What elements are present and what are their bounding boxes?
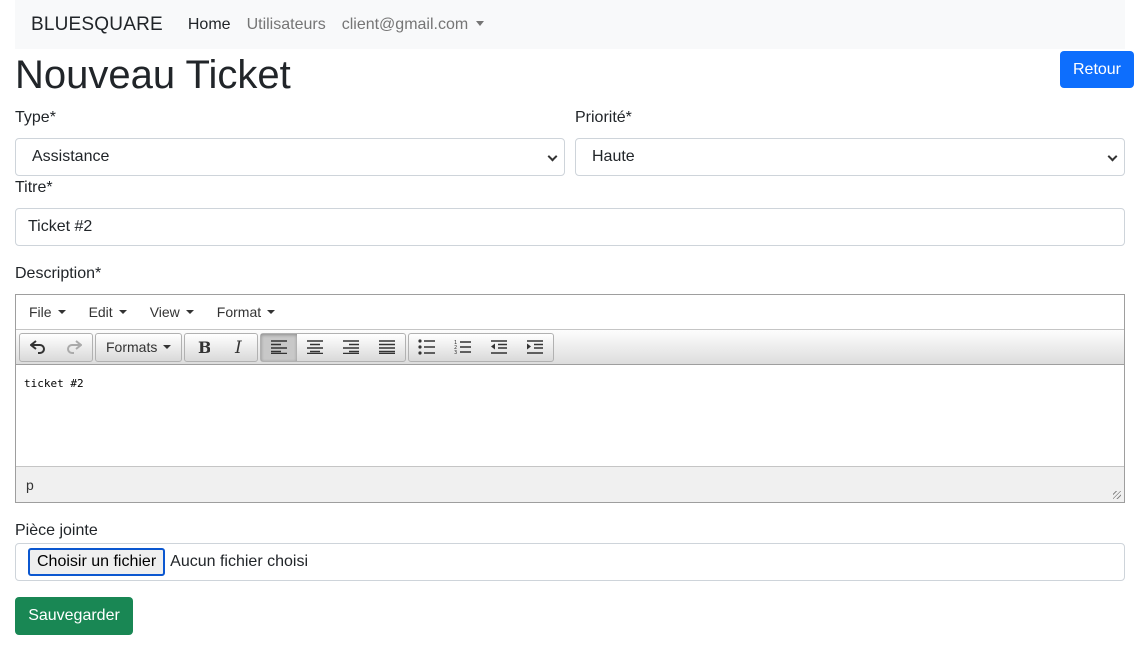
caret-down-icon bbox=[476, 20, 485, 26]
menu-view-label: View bbox=[149, 304, 180, 320]
title-label: Titre* bbox=[15, 179, 53, 196]
caret-down-icon bbox=[185, 310, 194, 314]
bold-icon: B bbox=[198, 339, 210, 355]
outdent-icon bbox=[491, 340, 508, 354]
user-menu-dropdown[interactable]: client@gmail.com bbox=[342, 16, 485, 34]
menu-edit-label: Edit bbox=[88, 304, 113, 320]
attachment-input: Choisir un fichier Aucun fichier choisi bbox=[15, 543, 1125, 581]
align-right-icon bbox=[343, 340, 360, 354]
choose-file-button[interactable]: Choisir un fichier bbox=[28, 548, 166, 576]
editor-content-area[interactable]: ticket #2 bbox=[16, 365, 1124, 466]
resize-handle-icon[interactable] bbox=[1113, 491, 1121, 499]
menu-file[interactable]: File bbox=[29, 304, 66, 320]
menu-format[interactable]: Format bbox=[216, 304, 276, 320]
priority-label: Priorité* bbox=[575, 109, 632, 126]
caret-down-icon bbox=[57, 310, 66, 314]
chevron-down-icon bbox=[1107, 151, 1118, 162]
menu-file-label: File bbox=[29, 304, 52, 320]
description-label: Description* bbox=[15, 265, 102, 282]
align-justify-button[interactable] bbox=[369, 334, 405, 361]
list-group: 123 bbox=[408, 332, 555, 362]
formats-dropdown[interactable]: Formats bbox=[96, 334, 181, 361]
title-input-value: Ticket #2 bbox=[28, 218, 93, 235]
align-right-button[interactable] bbox=[333, 334, 369, 361]
numbered-list-button[interactable]: 123 bbox=[445, 334, 481, 361]
svg-text:3: 3 bbox=[454, 350, 457, 355]
menu-format-label: Format bbox=[216, 304, 262, 320]
svg-text:B: B bbox=[198, 339, 210, 355]
editor-toolbar: Formats B I 1 2 3 bbox=[16, 330, 1124, 365]
menu-edit[interactable]: Edit bbox=[89, 304, 127, 320]
numbered-list-icon: 123 bbox=[454, 340, 472, 355]
align-center-button[interactable] bbox=[297, 334, 333, 361]
element-path[interactable]: p bbox=[26, 477, 34, 493]
redo-icon bbox=[67, 340, 82, 354]
brand-logo[interactable]: BLUESQUARE bbox=[31, 14, 163, 36]
editor-statusbar: p bbox=[16, 466, 1124, 502]
editor-menubar: File Edit View Format bbox=[16, 295, 1124, 330]
history-group bbox=[19, 332, 93, 362]
back-button[interactable]: Retour bbox=[1060, 51, 1134, 88]
file-status-text: Aucun fichier choisi bbox=[170, 553, 308, 570]
type-select-value: Assistance bbox=[32, 148, 110, 165]
top-navbar: BLUESQUARE Home Utilisateurs client@gmai… bbox=[15, 0, 1125, 49]
align-justify-icon bbox=[379, 340, 396, 354]
chevron-down-icon bbox=[547, 151, 558, 162]
bullet-list-button[interactable] bbox=[409, 334, 445, 361]
type-label: Type* bbox=[15, 109, 56, 126]
style-group: B I bbox=[184, 332, 259, 362]
bullet-list-icon bbox=[418, 339, 436, 355]
type-select[interactable]: Assistance bbox=[15, 138, 565, 176]
rich-text-editor: File Edit View Format Formats B I 1 2 3 … bbox=[15, 294, 1125, 503]
undo-icon bbox=[30, 340, 45, 354]
nav-link-home[interactable]: Home bbox=[188, 16, 231, 34]
caret-down-icon bbox=[163, 345, 172, 349]
caret-down-icon bbox=[267, 310, 276, 314]
nav-link-users[interactable]: Utilisateurs bbox=[247, 16, 326, 34]
align-left-button[interactable] bbox=[261, 333, 298, 361]
title-input[interactable]: Ticket #2 bbox=[15, 208, 1125, 246]
bold-button[interactable]: B bbox=[185, 334, 221, 361]
italic-button[interactable]: I bbox=[221, 334, 257, 361]
menu-view[interactable]: View bbox=[150, 304, 194, 320]
priority-select-value: Haute bbox=[592, 148, 635, 165]
caret-down-icon bbox=[118, 310, 127, 314]
indent-button[interactable] bbox=[517, 334, 553, 361]
save-button[interactable]: Sauvegarder bbox=[15, 597, 133, 635]
priority-select[interactable]: Haute bbox=[575, 138, 1125, 176]
editor-content-text: ticket #2 bbox=[24, 377, 84, 390]
svg-text:I: I bbox=[234, 339, 242, 355]
indent-icon bbox=[527, 340, 544, 354]
formats-label: Formats bbox=[106, 339, 158, 355]
outdent-button[interactable] bbox=[481, 334, 517, 361]
undo-button[interactable] bbox=[20, 334, 56, 361]
alignment-group bbox=[260, 332, 407, 362]
formats-group: Formats bbox=[95, 332, 183, 362]
redo-button[interactable] bbox=[56, 334, 92, 361]
user-menu-label: client@gmail.com bbox=[341, 15, 469, 33]
align-left-icon bbox=[271, 340, 288, 354]
attachment-label: Pièce jointe bbox=[15, 522, 98, 539]
italic-icon: I bbox=[234, 339, 242, 355]
align-center-icon bbox=[307, 340, 324, 354]
page-title: Nouveau Ticket bbox=[15, 53, 291, 97]
